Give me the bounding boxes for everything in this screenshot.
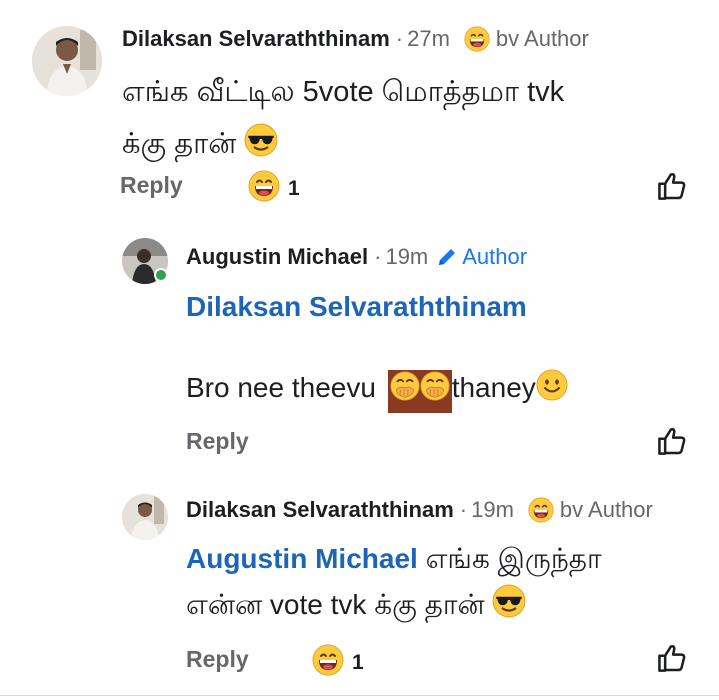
timestamp[interactable]: 19m (471, 497, 514, 523)
mention-link[interactable]: Augustin Michael (186, 543, 418, 574)
like-icon (656, 189, 688, 206)
hand-over-mouth-emoji-icon (387, 370, 452, 413)
like-button[interactable] (656, 425, 688, 462)
comment-meta: Augustin Michael · 19m Author (186, 244, 527, 270)
author-badge: bv Author (464, 26, 589, 52)
divider (0, 695, 719, 696)
comment-text-line-2: என்ன vote tvk க்கு தான் (186, 589, 485, 620)
author-badge: bv Author (528, 497, 653, 523)
like-icon (656, 661, 688, 678)
separator-dot: · (374, 244, 382, 269)
sunglasses-emoji-icon (492, 584, 526, 632)
timestamp[interactable]: 19m (385, 244, 428, 270)
smiling-emoji-icon (536, 369, 568, 412)
avatar[interactable] (32, 26, 102, 96)
sunglasses-emoji-icon (244, 122, 278, 174)
reply-button[interactable]: Reply (186, 646, 249, 673)
grinning-face-icon (528, 497, 554, 523)
reply-button[interactable]: Reply (120, 172, 183, 199)
author-name[interactable]: Dilaksan Selvaraththinam (122, 26, 390, 52)
comment-text: Dilaksan Selvaraththinam Bro nee theevu … (186, 288, 706, 413)
online-status-indicator (154, 268, 168, 282)
separator-dot: · (459, 497, 468, 522)
comment-text: Augustin Michael எங்க இருந்தா என்ன vote … (186, 536, 706, 632)
separator-dot: · (395, 26, 404, 51)
reaction-summary[interactable]: 1 (312, 644, 364, 681)
like-button[interactable] (656, 642, 688, 679)
reaction-count: 1 (352, 650, 364, 674)
badge-label: bv Author (495, 26, 589, 51)
comment-text-part-2: thaney (451, 372, 536, 403)
pencil-icon (436, 246, 458, 268)
author-name[interactable]: Augustin Michael (186, 244, 368, 270)
grinning-squinting-face-icon (312, 644, 344, 681)
like-button[interactable] (656, 170, 688, 207)
comment-meta: Dilaksan Selvaraththinam · 19m bv Author (186, 497, 653, 523)
reaction-summary[interactable]: 1 (248, 170, 300, 207)
avatar[interactable] (122, 494, 168, 540)
reaction-count: 1 (288, 176, 300, 200)
grinning-squinting-face-icon (248, 170, 280, 207)
author-badge: Author (436, 244, 527, 270)
comment-text-line-1: எங்க இருந்தா (425, 543, 602, 574)
comment-text-part-1: Bro nee theevu (186, 372, 376, 403)
like-icon (656, 444, 688, 461)
badge-label: Author (462, 244, 528, 269)
comment-meta: Dilaksan Selvaraththinam · 27m bv Author (122, 26, 589, 52)
author-name[interactable]: Dilaksan Selvaraththinam (186, 497, 454, 523)
reply-button[interactable]: Reply (186, 428, 249, 455)
mention-link[interactable]: Dilaksan Selvaraththinam (186, 288, 706, 326)
comment-text: எங்க வீட்டில 5vote மொத்தமா tvk க்கு தான் (122, 66, 702, 174)
timestamp[interactable]: 27m (407, 26, 450, 52)
badge-label: bv Author (559, 497, 653, 522)
comment-text-line-1: எங்க வீட்டில 5vote மொத்தமா tvk (122, 76, 565, 108)
comment-text-line-2: க்கு தான் (122, 128, 237, 160)
grinning-face-icon (464, 26, 490, 52)
